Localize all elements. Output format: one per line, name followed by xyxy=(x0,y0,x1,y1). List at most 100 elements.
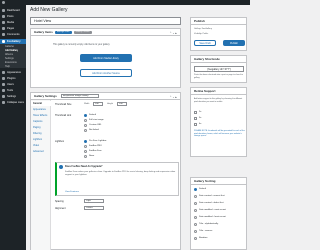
gallery-template-select[interactable]: Responsive Image Gallery xyxy=(60,94,99,98)
sort-radio-title[interactable] xyxy=(194,223,197,226)
sort-radio-default[interactable] xyxy=(194,188,197,191)
page-title: Add New Gallery xyxy=(30,7,68,13)
publish-panel: Publish Gallery: FooGallery Visibility: … xyxy=(190,17,247,51)
menu-item-pages[interactable]: Pages xyxy=(0,26,26,31)
gallery-items-panel: Gallery Items Manage Items Gallery Previ… xyxy=(30,28,181,88)
spacing-select[interactable]: 10px xyxy=(84,199,104,203)
tab-video[interactable]: Video xyxy=(31,143,51,148)
menu-item-comments[interactable]: Comments xyxy=(0,32,26,37)
publish-title: Publish xyxy=(194,19,205,23)
lightbox-radio-3[interactable] xyxy=(84,150,87,153)
shortcode-hint: Paste the above shortcode into a post or… xyxy=(194,74,243,79)
link-option-label: Default xyxy=(89,114,96,116)
retina-4x-checkbox[interactable] xyxy=(194,123,197,126)
sort-radio-date-newest[interactable] xyxy=(194,195,197,198)
retina-option-label: 3x xyxy=(199,117,202,119)
width-input[interactable]: 240 xyxy=(93,102,103,106)
publish-button[interactable]: Publish xyxy=(223,40,245,46)
retina-3x-checkbox[interactable] xyxy=(194,117,197,120)
gallery-settings-panel: Gallery Settings Responsive Image Galler… xyxy=(30,92,181,250)
gallery-icon xyxy=(2,40,5,43)
add-from-another-source-button[interactable]: Add From Another Source xyxy=(80,69,132,77)
info-icon xyxy=(59,165,63,169)
lightbox-radio-4[interactable] xyxy=(84,155,87,158)
media-icon xyxy=(2,21,5,24)
appearance-icon xyxy=(2,71,5,74)
tab-manage-items[interactable]: Manage Items xyxy=(54,30,72,34)
tab-appearance[interactable]: Appearance xyxy=(31,107,51,112)
height-label: Height xyxy=(107,103,114,105)
sort-radio-date-oldest[interactable] xyxy=(194,202,197,205)
tab-general[interactable]: General xyxy=(31,101,51,106)
height-input[interactable]: 240 xyxy=(117,102,127,106)
sort-radio-title-reverse[interactable] xyxy=(194,230,197,233)
tab-paging[interactable]: Paging xyxy=(31,125,51,130)
comments-icon xyxy=(2,33,5,36)
width-label: Width xyxy=(84,103,90,105)
save-draft-button[interactable]: Save Draft xyxy=(194,40,216,46)
shortcode-title: Gallery Shortcode xyxy=(194,57,220,61)
gallery-items-title: Gallery Items xyxy=(34,30,53,34)
gallery-title-input[interactable]: Hotel View xyxy=(30,17,181,25)
link-radio-not-linked[interactable] xyxy=(84,129,87,132)
view-features-link[interactable]: View Features xyxy=(65,191,79,193)
panel-toggle-icons[interactable]: ⌃⌄▴ xyxy=(169,31,177,35)
tab-captions[interactable]: Captions xyxy=(31,119,51,124)
gallery-sorting-panel: Gallery Sorting Default Date created - n… xyxy=(190,177,247,250)
menu-item-media[interactable]: Media xyxy=(0,20,26,25)
link-radio-default[interactable] xyxy=(84,114,87,117)
menu-item-users[interactable]: Users xyxy=(0,82,26,87)
collapse-icon xyxy=(2,101,5,104)
menu-item-posts[interactable]: Posts xyxy=(0,14,26,19)
retina-support-panel: Retina Support Add retina support to thi… xyxy=(190,87,247,157)
menu-item-settings[interactable]: Settings xyxy=(0,94,26,99)
lightbox-option-label: FooBox PRO xyxy=(89,145,102,147)
sort-option-label: Random xyxy=(199,237,208,239)
sort-option-label: Title - reverse xyxy=(199,230,213,232)
retina-header: Retina Support xyxy=(191,88,246,95)
add-from-media-library-button[interactable]: Add From Media Library xyxy=(80,54,132,62)
sort-radio-random[interactable] xyxy=(194,237,197,240)
link-option-label: Not linked xyxy=(89,129,99,131)
shortcode-input[interactable]: [foogallery id="477"] xyxy=(194,66,244,72)
admin-sidebar-menu: Dashboard Posts Media Pages Comments Foo… xyxy=(0,5,26,250)
thumbnail-size-label: Thumbnail Size xyxy=(55,103,72,106)
menu-item-appearance[interactable]: Appearance xyxy=(0,70,26,75)
publish-status: Gallery: FooGallery xyxy=(194,28,212,30)
retina-2x-checkbox[interactable] xyxy=(194,111,197,114)
sort-radio-modified-recent[interactable] xyxy=(194,209,197,212)
menu-item-dashboard[interactable]: Dashboard xyxy=(0,8,26,13)
menu-item-plugins[interactable]: Plugins xyxy=(0,76,26,81)
lightbox-radio-2[interactable] xyxy=(84,145,87,148)
gallery-items-header: Gallery Items Manage Items Gallery Previ… xyxy=(31,29,180,36)
settings-icon xyxy=(2,95,5,98)
menu-item-tools[interactable]: Tools xyxy=(0,88,26,93)
tab-lightbox[interactable]: Lightbox xyxy=(31,137,51,142)
tab-advanced[interactable]: Advanced xyxy=(31,149,51,154)
alignment-select[interactable]: Center xyxy=(84,206,104,210)
link-radio-custom-url[interactable] xyxy=(84,124,87,127)
link-radio-full-size[interactable] xyxy=(84,119,87,122)
lightbox-radio-1[interactable] xyxy=(84,140,87,143)
sort-option-label: Date modified - most recent xyxy=(199,209,226,211)
wordpress-logo-icon[interactable] xyxy=(2,1,5,4)
submenu-item-help[interactable]: Help xyxy=(0,64,26,68)
panel-toggle-icons[interactable]: ⌃⌄▴ xyxy=(169,95,177,99)
sort-radio-modified-least[interactable] xyxy=(194,216,197,219)
menu-item-collapse[interactable]: Collapse menu xyxy=(0,100,26,105)
notice-title: Does FooBox Need An Upgrade? xyxy=(65,165,103,168)
sort-option-label: Date modified - least recent xyxy=(199,216,226,218)
sort-option-label: Default xyxy=(199,188,206,190)
notice-body: FooBox Free makes your galleries shine. … xyxy=(65,171,176,176)
tab-gallery-preview[interactable]: Gallery Preview xyxy=(73,30,92,34)
tab-filtering[interactable]: Filtering xyxy=(31,131,51,136)
publish-header: Publish xyxy=(191,18,246,25)
thumbnail-link-label: Thumbnail Link xyxy=(55,114,72,117)
tools-icon xyxy=(2,89,5,92)
lightbox-label: Lightbox xyxy=(55,140,65,143)
tab-hover-effects[interactable]: Hover Effects xyxy=(31,113,51,118)
posts-icon xyxy=(2,15,5,18)
spacing-label: Spacing xyxy=(55,200,64,203)
link-option-label: Custom URL xyxy=(89,124,102,126)
sort-option-label: Date created - newest first xyxy=(199,195,225,197)
